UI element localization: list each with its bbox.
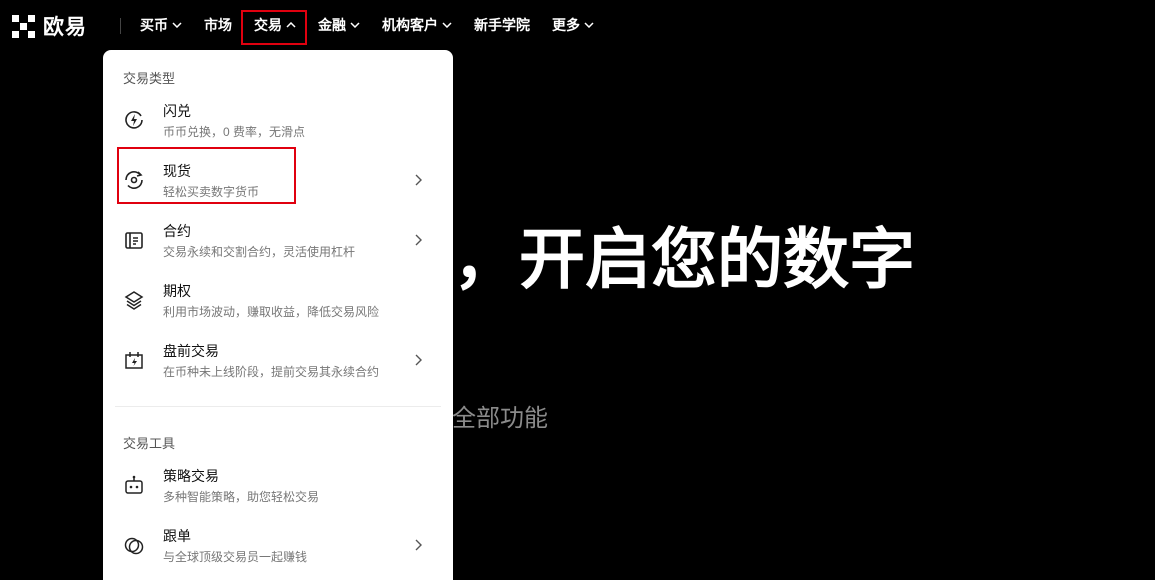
menu-item-options[interactable]: 期权 利用市场波动，赚取收益，降低交易风险 xyxy=(103,272,453,328)
menu-item-desc: 币币兑换，0 费率，无滑点 xyxy=(163,125,306,139)
nav-more[interactable]: 更多 xyxy=(552,0,594,50)
hero-title-line1: 遥，开启您的数字 xyxy=(387,222,915,296)
nav-markets[interactable]: 市场 xyxy=(204,0,232,50)
chevron-down-icon xyxy=(584,22,594,28)
chevron-right-icon xyxy=(413,538,423,552)
trade-dropdown-menu: 交易类型 闪兑 币币兑换，0 费率，无滑点 现货 轻松买卖数字货币 合约 交易永… xyxy=(103,50,453,580)
menu-item-desc: 利用市场波动，赚取收益，降低交易风险 xyxy=(163,305,380,319)
menu-item-copy-trading[interactable]: 跟单 与全球顶级交易员一起赚钱 xyxy=(103,517,453,573)
chevron-right-icon xyxy=(413,353,423,367)
chevron-right-icon xyxy=(413,233,423,247)
nav-label: 市场 xyxy=(204,17,232,33)
nav-label: 新手学院 xyxy=(474,17,530,33)
menu-item-title: 盘前交易 xyxy=(163,343,219,359)
main-nav: 买币 市场 交易 金融 机构客户 新手学院 更多 xyxy=(140,0,616,50)
okx-logo-mark-icon xyxy=(12,14,35,38)
hero-subtitle: 全部功能 xyxy=(452,405,548,432)
nav-buy-crypto[interactable]: 买币 xyxy=(140,0,182,50)
logo-text: 欧易 xyxy=(43,16,87,39)
menu-item-title: 期权 xyxy=(163,283,191,299)
header-divider xyxy=(120,18,121,34)
nav-label: 金融 xyxy=(318,17,346,33)
nav-finance[interactable]: 金融 xyxy=(318,0,360,50)
menu-item-title: 跟单 xyxy=(163,528,191,544)
robot-icon xyxy=(123,474,145,496)
section-title-trade-tools: 交易工具 xyxy=(123,436,176,451)
nav-institutional[interactable]: 机构客户 xyxy=(382,0,452,50)
menu-item-title: 闪兑 xyxy=(163,103,191,119)
lightning-circle-icon xyxy=(123,109,145,131)
copy-circles-icon xyxy=(123,534,145,556)
nav-label: 更多 xyxy=(552,17,580,33)
nav-label: 机构客户 xyxy=(382,17,438,33)
highlight-box-trade-nav xyxy=(241,10,307,45)
okx-logo[interactable]: 欧易 xyxy=(12,13,87,39)
menu-item-title: 策略交易 xyxy=(163,468,219,484)
menu-divider xyxy=(115,406,441,407)
chevron-down-icon xyxy=(172,22,182,28)
contract-document-icon xyxy=(123,229,145,251)
nav-label: 买币 xyxy=(140,17,168,33)
menu-item-futures[interactable]: 合约 交易永续和交割合约，灵活使用杠杆 xyxy=(103,212,453,268)
layers-icon xyxy=(123,289,145,311)
menu-item-desc: 与全球顶级交易员一起赚钱 xyxy=(163,550,308,564)
section-title-trade-types: 交易类型 xyxy=(123,71,176,86)
menu-item-title: 合约 xyxy=(163,223,191,239)
nav-learn[interactable]: 新手学院 xyxy=(474,0,530,50)
chevron-down-icon xyxy=(350,22,360,28)
menu-item-desc: 在币种未上线阶段，提前交易其永续合约 xyxy=(163,365,380,379)
menu-item-pre-market[interactable]: 盘前交易 在币种未上线阶段，提前交易其永续合约 xyxy=(103,332,453,388)
chevron-right-icon xyxy=(413,173,423,187)
menu-item-convert[interactable]: 闪兑 币币兑换，0 费率，无滑点 xyxy=(103,92,453,148)
highlight-box-spot-item xyxy=(117,147,296,204)
calendar-lightning-icon xyxy=(123,349,145,371)
top-header: 欧易 买币 市场 交易 金融 机构客户 新手学院 更多 xyxy=(0,0,1155,50)
menu-item-trading-bots[interactable]: 策略交易 多种智能策略，助您轻松交易 xyxy=(103,457,453,513)
menu-item-desc: 多种智能策略，助您轻松交易 xyxy=(163,490,320,504)
chevron-down-icon xyxy=(442,22,452,28)
menu-item-desc: 交易永续和交割合约，灵活使用杠杆 xyxy=(163,245,356,259)
